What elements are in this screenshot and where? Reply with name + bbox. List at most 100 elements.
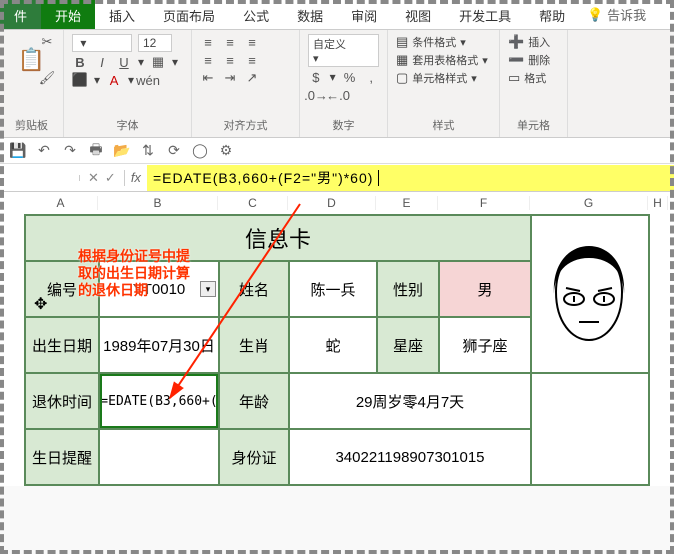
align-top-icon[interactable]: ≡ xyxy=(200,34,216,50)
cond-format-button[interactable]: ▤条件格式▾ xyxy=(396,34,491,50)
format-button[interactable]: ▭格式 xyxy=(508,70,559,86)
align-left-icon[interactable]: ≡ xyxy=(200,52,216,68)
chevron-down-icon[interactable]: ▾ xyxy=(138,55,144,69)
fill-color-icon[interactable]: ⬛ xyxy=(72,72,88,88)
fx-icon[interactable]: fx xyxy=(125,170,147,185)
cell-F3[interactable]: 狮子座 xyxy=(439,317,531,373)
align-right-icon[interactable]: ≡ xyxy=(244,52,260,68)
cell-B5[interactable] xyxy=(99,429,219,485)
col-A[interactable]: A xyxy=(24,196,98,210)
cursor-icon: ✥ xyxy=(34,294,47,314)
circle-icon[interactable]: ◯ xyxy=(192,143,208,159)
cell-C3[interactable]: 生肖 xyxy=(219,317,289,373)
enter-icon[interactable]: ✓ xyxy=(105,170,116,186)
paste-button[interactable]: 📋 xyxy=(8,52,55,68)
tell-me[interactable]: 💡告诉我 xyxy=(587,0,646,29)
dec-dec-icon[interactable]: ←.0 xyxy=(330,87,346,103)
group-align: ≡≡≡ ≡≡≡ ⇤⇥↗ 对齐方式 xyxy=(192,30,300,137)
face-image xyxy=(544,244,634,344)
col-F[interactable]: F xyxy=(438,196,530,210)
brush-icon[interactable]: 🖌 xyxy=(39,70,55,86)
cell-D5[interactable]: 340221198907301015 xyxy=(289,429,531,485)
grid: A B C D E F G H 信息卡 编号 YT0010▾ xyxy=(0,192,674,486)
save-icon[interactable]: 💾 xyxy=(10,143,26,159)
cell-style-button[interactable]: ▢单元格样式▾ xyxy=(396,70,491,86)
cell-A3[interactable]: 出生日期 xyxy=(25,317,99,373)
cell-C2[interactable]: 姓名 xyxy=(219,261,289,317)
name-box[interactable] xyxy=(0,175,80,181)
sort-icon[interactable]: ⇅ xyxy=(140,143,156,159)
cell-C4[interactable]: 年龄 xyxy=(219,373,289,429)
number-format-select[interactable]: 自定义▾ xyxy=(308,34,379,67)
tab-formula[interactable]: 公式 xyxy=(229,0,283,29)
font-name-select[interactable]: ▾ xyxy=(72,34,132,52)
avatar-cell[interactable] xyxy=(531,215,649,373)
tab-dev[interactable]: 开发工具 xyxy=(445,0,525,29)
open-icon[interactable]: 📂 xyxy=(114,143,130,159)
delete-button[interactable]: ➖删除 xyxy=(508,52,559,68)
cell-D2[interactable]: 陈一兵 xyxy=(289,261,377,317)
col-C[interactable]: C xyxy=(218,196,288,210)
insert-button[interactable]: ➕插入 xyxy=(508,34,559,50)
cond-format-icon: ▤ xyxy=(396,34,408,50)
print-icon[interactable]: 🖶 xyxy=(88,143,104,159)
group-number: 自定义▾ $▾%, .0→←.0 数字 xyxy=(300,30,388,137)
formula-input[interactable]: =EDATE(B3,660+(F2="男")*60) xyxy=(147,165,674,191)
clipboard-label: 剪贴板 xyxy=(8,115,55,133)
align-center-icon[interactable]: ≡ xyxy=(222,52,238,68)
tab-start[interactable]: 开始 xyxy=(41,0,95,29)
redo-icon[interactable]: ↷ xyxy=(62,143,78,159)
table-format-button[interactable]: ▦套用表格格式▾ xyxy=(396,52,491,68)
cancel-icon[interactable]: ✕ xyxy=(88,170,99,186)
paste-icon: 📋 xyxy=(24,52,40,68)
percent-icon[interactable]: % xyxy=(342,69,358,85)
tab-data[interactable]: 数据 xyxy=(283,0,337,29)
cell-A5[interactable]: 生日提醒 xyxy=(25,429,99,485)
cell-E2[interactable]: 性别 xyxy=(377,261,439,317)
align-mid-icon[interactable]: ≡ xyxy=(222,34,238,50)
border-icon[interactable]: ▦ xyxy=(150,54,166,70)
group-styles: ▤条件格式▾ ▦套用表格格式▾ ▢单元格样式▾ 样式 xyxy=(388,30,500,137)
col-H[interactable]: H xyxy=(648,196,668,210)
tab-file[interactable]: 件 xyxy=(0,0,41,29)
italic-icon[interactable]: I xyxy=(94,54,110,70)
align-bot-icon[interactable]: ≡ xyxy=(244,34,260,50)
group-clipboard: ✂ 📋 🖌 剪贴板 xyxy=(0,30,64,137)
refresh-icon[interactable]: ⟳ xyxy=(166,143,182,159)
col-B[interactable]: B xyxy=(98,196,218,210)
col-E[interactable]: E xyxy=(376,196,438,210)
formula-bar: ✕ ✓ fx =EDATE(B3,660+(F2="男")*60) xyxy=(0,164,674,192)
col-G[interactable]: G xyxy=(530,196,648,210)
cell-F2[interactable]: 男 xyxy=(439,261,531,317)
cell-D4[interactable]: 29周岁零4月7天 xyxy=(289,373,531,429)
cell-E3[interactable]: 星座 xyxy=(377,317,439,373)
indent-inc-icon[interactable]: ⇥ xyxy=(222,70,238,86)
cell-G4[interactable] xyxy=(531,373,649,485)
col-D[interactable]: D xyxy=(288,196,376,210)
ribbon: ✂ 📋 🖌 剪贴板 ▾12 BIU▾▦▾ ⬛▾A▾wén 字体 ≡≡≡ ≡≡≡ … xyxy=(0,30,674,138)
comma-icon[interactable]: , xyxy=(363,69,379,85)
font-color-icon[interactable]: A xyxy=(106,72,122,88)
bold-icon[interactable]: B xyxy=(72,54,88,70)
currency-icon[interactable]: $ xyxy=(308,69,324,85)
cell-D3[interactable]: 蛇 xyxy=(289,317,377,373)
tab-insert[interactable]: 插入 xyxy=(95,0,149,29)
dropdown-icon[interactable]: ▾ xyxy=(200,281,216,297)
phonetic-icon[interactable]: wén xyxy=(140,72,156,88)
tab-layout[interactable]: 页面布局 xyxy=(149,0,229,29)
cell-A4[interactable]: 退休时间 xyxy=(25,373,99,429)
font-size-select[interactable]: 12 xyxy=(138,34,172,52)
underline-icon[interactable]: U xyxy=(116,54,132,70)
indent-dec-icon[interactable]: ⇤ xyxy=(200,70,216,86)
tab-view[interactable]: 视图 xyxy=(391,0,445,29)
cell-B4-active[interactable]: =EDATE(B3,660+( xyxy=(99,373,219,429)
settings-icon[interactable]: ⚙ xyxy=(218,143,234,159)
orientation-icon[interactable]: ↗ xyxy=(244,70,260,86)
annotation-text: 根据身份证号中提 取的出生日期计算 的退休日期 xyxy=(78,248,190,299)
cell-C5[interactable]: 身份证 xyxy=(219,429,289,485)
dec-inc-icon[interactable]: .0→ xyxy=(308,87,324,103)
undo-icon[interactable]: ↶ xyxy=(36,143,52,159)
tab-help[interactable]: 帮助 xyxy=(525,0,579,29)
tab-review[interactable]: 审阅 xyxy=(337,0,391,29)
cell-B3[interactable]: 1989年07月30日 xyxy=(99,317,219,373)
